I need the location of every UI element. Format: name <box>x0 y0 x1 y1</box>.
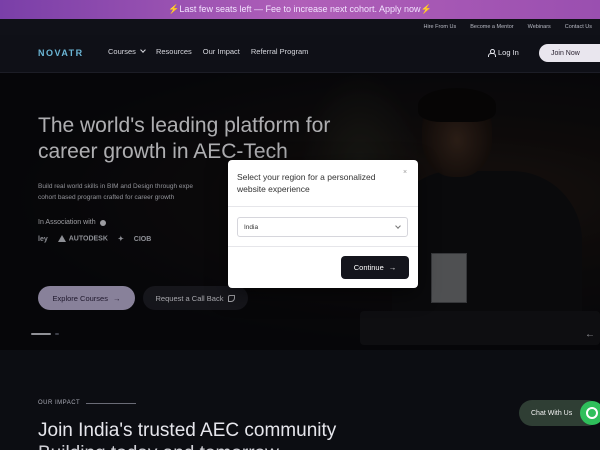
close-icon[interactable]: × <box>403 169 407 176</box>
login-label: Log In <box>498 48 519 57</box>
join-now-button[interactable]: Join Now <box>539 44 600 62</box>
chevron-down-icon <box>140 47 146 53</box>
impact-heading: Join India's trusted AEC community <box>38 420 337 441</box>
nav-resources[interactable]: Resources <box>156 47 192 56</box>
chat-label: Chat With Us <box>531 409 573 417</box>
main-navigation: NOVATR Courses Resources Our Impact Refe… <box>0 35 600 73</box>
novatr-logo[interactable]: NOVATR <box>38 48 84 58</box>
user-icon <box>488 49 496 57</box>
nav-referral-program[interactable]: Referral Program <box>251 47 309 56</box>
arrow-right-icon: → <box>388 263 397 272</box>
continue-button[interactable]: Continue → <box>341 256 409 279</box>
region-select[interactable]: India <box>237 217 408 237</box>
announcement-bar[interactable]: ⚡Last few seats left — Fee to increase n… <box>0 0 600 19</box>
whatsapp-glyph <box>586 407 598 419</box>
login-link[interactable]: Log In <box>488 48 519 57</box>
nav-courses-label: Courses <box>108 47 136 56</box>
modal-divider <box>228 206 418 207</box>
nav-our-impact[interactable]: Our Impact <box>203 47 240 56</box>
impact-label: OUR IMPACT <box>38 400 137 406</box>
continue-label: Continue <box>353 263 384 272</box>
impact-heading-line2: Building today and tomorrow <box>38 442 279 450</box>
region-select-modal: Select your region for a personalized we… <box>228 160 418 288</box>
region-select-value: India <box>244 223 259 231</box>
modal-title: Select your region for a personalized we… <box>237 172 376 194</box>
join-now-label: Join Now <box>551 49 580 57</box>
top-utility-bar: Hire From Us Become a Mentor Webinars Co… <box>0 19 600 35</box>
announcement-text[interactable]: ⚡Last few seats left — Fee to increase n… <box>168 4 432 15</box>
nav-courses[interactable]: Courses <box>108 47 146 56</box>
topbar-link-mentor[interactable]: Become a Mentor <box>470 24 513 30</box>
nav-links: Courses Resources Our Impact Referral Pr… <box>108 47 308 56</box>
topbar-link-hire[interactable]: Hire From Us <box>424 24 457 30</box>
modal-divider <box>228 246 418 247</box>
chevron-down-icon <box>395 223 401 229</box>
whatsapp-icon[interactable] <box>580 401 600 425</box>
topbar-link-contact[interactable]: Contact Us <box>565 24 592 30</box>
topbar-link-webinars[interactable]: Webinars <box>528 24 551 30</box>
impact-label-text: OUR IMPACT <box>38 400 81 406</box>
impact-divider <box>86 402 137 404</box>
